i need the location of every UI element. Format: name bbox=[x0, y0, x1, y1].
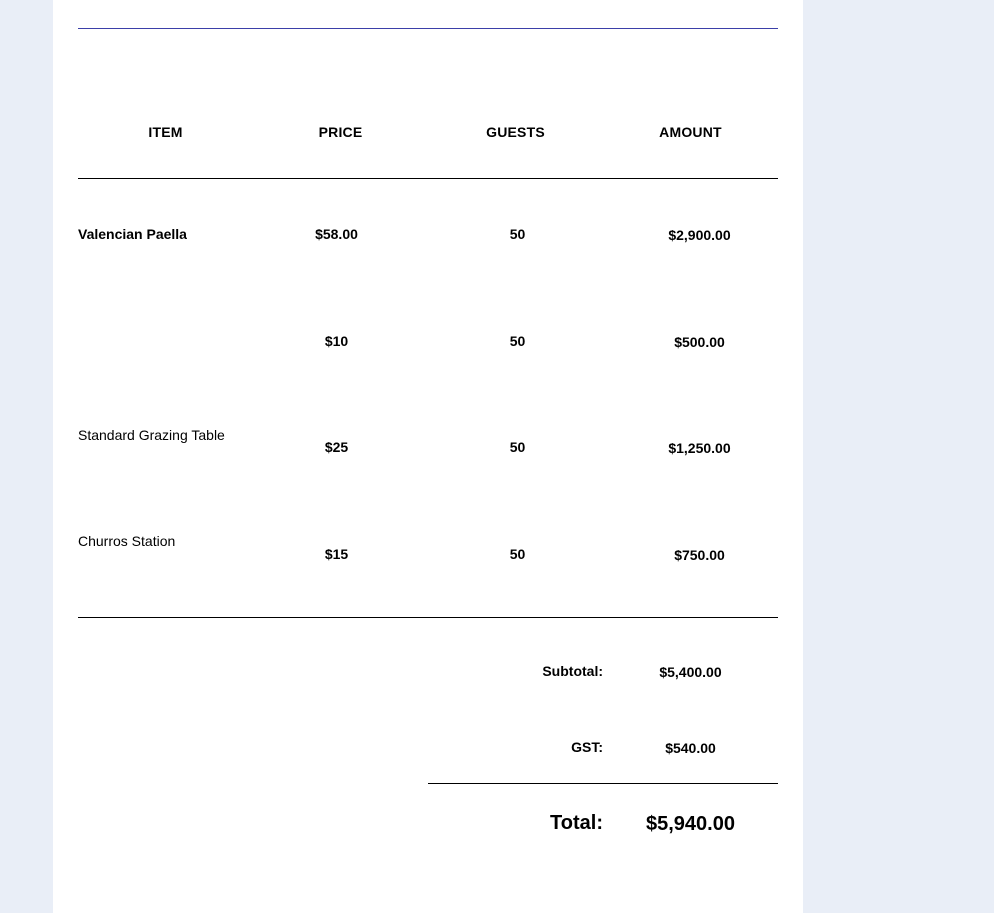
row-guests: 50 bbox=[509, 226, 526, 242]
subtotal-label: Subtotal: bbox=[542, 663, 603, 679]
row-amount: $750.00 bbox=[674, 547, 725, 563]
top-divider bbox=[78, 28, 778, 29]
row-amount: $2,900.00 bbox=[668, 227, 731, 243]
row-guests: 50 bbox=[509, 546, 526, 562]
gst-value: $540.00 bbox=[665, 740, 716, 756]
body-divider bbox=[78, 617, 778, 618]
row-price: $10 bbox=[324, 333, 349, 349]
row-item: Valencian Paella bbox=[78, 226, 187, 242]
subtotal-value: $5,400.00 bbox=[659, 664, 722, 680]
row-amount: $1,250.00 bbox=[668, 440, 731, 456]
header-amount: AMOUNT bbox=[659, 124, 722, 140]
header-divider bbox=[78, 178, 778, 179]
row-item: Churros Station bbox=[78, 533, 176, 549]
total-value: $5,940.00 bbox=[646, 813, 735, 835]
total-label: Total: bbox=[550, 812, 603, 834]
header-item: ITEM bbox=[148, 124, 183, 140]
total-divider bbox=[428, 783, 778, 784]
invoice-page: ITEM PRICE GUESTS AMOUNT Valencian Paell… bbox=[53, 0, 803, 913]
row-item: Standard Grazing Table bbox=[78, 427, 225, 443]
header-price: PRICE bbox=[318, 124, 363, 140]
header-guests: GUESTS bbox=[486, 124, 545, 140]
gst-label: GST: bbox=[571, 739, 603, 755]
row-amount: $500.00 bbox=[674, 334, 725, 350]
row-price: $58.00 bbox=[315, 226, 358, 242]
row-price: $15 bbox=[324, 546, 349, 562]
row-price: $25 bbox=[324, 439, 349, 455]
row-guests: 50 bbox=[509, 333, 526, 349]
row-guests: 50 bbox=[509, 439, 526, 455]
